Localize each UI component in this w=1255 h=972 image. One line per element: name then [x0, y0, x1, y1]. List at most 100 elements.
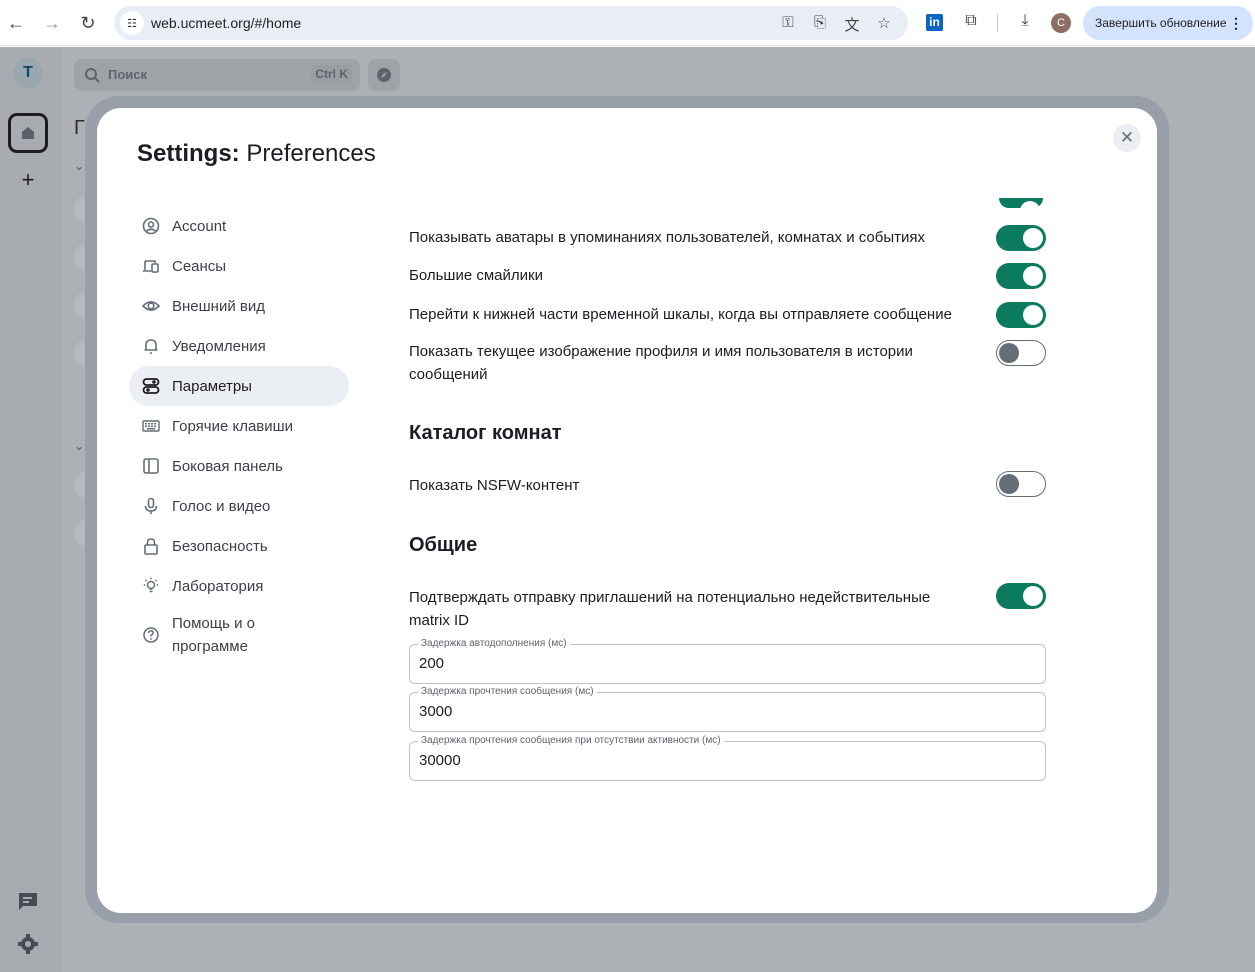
- tab-security[interactable]: Безопасность: [129, 526, 349, 566]
- settings-tabs: Account Сеансы Внешний вид Уведомления П…: [129, 206, 349, 664]
- tab-appearance[interactable]: Внешний вид: [129, 286, 349, 326]
- reload-button[interactable]: ↻: [76, 11, 100, 35]
- setting-label: Перейти к нижней части временной шкалы, …: [409, 306, 952, 323]
- dialog-title-prefix: Settings:: [137, 140, 240, 167]
- settings-gear-icon[interactable]: [17, 933, 39, 955]
- tab-voice-video[interactable]: Голос и видео: [129, 486, 349, 526]
- home-icon: [22, 127, 34, 139]
- tab-sidebar[interactable]: Боковая панель: [129, 446, 349, 486]
- autocomplete-delay-field[interactable]: Задержка автодополнения (мс): [409, 638, 1046, 684]
- tab-label: Помощь и о программе: [172, 615, 255, 655]
- read-receipt-delay-input[interactable]: [419, 703, 1019, 720]
- toggle-scrolled-partial[interactable]: [999, 198, 1043, 221]
- preferences-icon: [142, 377, 160, 395]
- site-info-icon[interactable]: ☷: [120, 11, 144, 35]
- explore-rooms-button[interactable]: [368, 59, 400, 91]
- search-shortcut: Ctrl K: [311, 65, 352, 83]
- section-heading-general: Общие: [409, 534, 478, 556]
- home-button[interactable]: [8, 113, 48, 153]
- field-label: Задержка прочтения сообщения (мс): [418, 686, 597, 698]
- eye-icon: [142, 297, 160, 315]
- section-heading-room-directory: Каталог комнат: [409, 422, 562, 444]
- toggle-confirm-invites[interactable]: [996, 583, 1046, 609]
- keyboard-icon: [142, 417, 160, 435]
- section-chevron-icon[interactable]: ⌄: [74, 439, 84, 453]
- tab-label: Горячие клавиши: [172, 417, 294, 435]
- tab-preferences[interactable]: Параметры: [129, 366, 349, 406]
- room-list-heading: Г: [74, 117, 85, 139]
- help-icon: [142, 626, 160, 644]
- search-icon: [85, 68, 100, 83]
- tab-label: Account: [172, 217, 227, 235]
- bookmark-star-icon[interactable]: ☆: [874, 14, 894, 32]
- section-chevron-icon[interactable]: ⌄: [74, 159, 84, 173]
- toggle-show-avatars-mentions[interactable]: [996, 225, 1046, 251]
- tab-label: Уведомления: [172, 337, 266, 355]
- address-bar[interactable]: ☷ web.ucmeet.org/#/home ⚿ ⎘ 文 ☆: [114, 6, 908, 40]
- lightbulb-icon: [142, 577, 160, 595]
- autocomplete-delay-input[interactable]: [419, 655, 1019, 672]
- tab-sessions[interactable]: Сеансы: [129, 246, 349, 286]
- toggle-big-emoji[interactable]: [996, 263, 1046, 289]
- setting-label: Показать текущее изображение профиля и и…: [409, 343, 913, 383]
- dialog-title-section: Preferences: [246, 140, 376, 167]
- dialog-title: Settings: Preferences: [137, 140, 376, 168]
- close-icon: ✕: [1119, 128, 1135, 147]
- linkedin-extension-icon[interactable]: in: [926, 14, 943, 31]
- create-space-button[interactable]: +: [18, 167, 38, 193]
- browser-menu-icon[interactable]: ⋮: [1229, 6, 1243, 40]
- read-receipt-delay-field[interactable]: Задержка прочтения сообщения (мс): [409, 686, 1046, 732]
- password-key-icon[interactable]: ⚿: [778, 14, 798, 32]
- tab-labs[interactable]: Лаборатория: [129, 566, 349, 606]
- tab-label: Безопасность: [172, 537, 268, 555]
- user-avatar[interactable]: T: [13, 58, 43, 88]
- search-placeholder: Поиск: [108, 67, 148, 82]
- lock-icon: [142, 537, 160, 555]
- tab-label: Лаборатория: [172, 577, 264, 595]
- tab-label: Параметры: [172, 377, 252, 395]
- toggle-show-nsfw[interactable]: [996, 471, 1046, 497]
- settings-content: Показывать аватары в упоминаниях пользов…: [409, 198, 1049, 898]
- finish-update-button[interactable]: Завершить обновление ⋮: [1083, 6, 1253, 40]
- inactive-read-receipt-delay-field[interactable]: Задержка прочтения сообщения при отсутст…: [409, 735, 1046, 781]
- tab-label: Боковая панель: [172, 457, 283, 475]
- toggle-show-current-profile[interactable]: [996, 340, 1046, 366]
- compass-icon: [377, 68, 391, 82]
- microphone-icon: [142, 497, 160, 515]
- user-circle-icon: [142, 217, 160, 235]
- tab-label: Сеансы: [172, 257, 227, 275]
- close-button[interactable]: ✕: [1113, 124, 1141, 152]
- sidebar-icon: [142, 457, 160, 475]
- inactive-read-receipt-delay-input[interactable]: [419, 752, 1019, 769]
- translate-icon[interactable]: 文: [842, 14, 862, 34]
- tab-label: Голос и видео: [172, 497, 271, 515]
- finish-update-label: Завершить обновление: [1095, 16, 1227, 30]
- tab-keyboard[interactable]: Горячие клавиши: [129, 406, 349, 446]
- toggle-jump-to-bottom[interactable]: [996, 302, 1046, 328]
- setting-label: Подтверждать отправку приглашений на пот…: [409, 589, 931, 629]
- tab-help-about[interactable]: Помощь и о программе: [129, 606, 349, 664]
- tab-label: Внешний вид: [172, 297, 265, 315]
- profile-avatar[interactable]: C: [1051, 13, 1071, 33]
- setting-label: Показывать аватары в упоминаниях пользов…: [409, 229, 925, 246]
- tab-notifications[interactable]: Уведомления: [129, 326, 349, 366]
- setting-label: Показать NSFW-контент: [409, 477, 580, 494]
- threads-icon[interactable]: [17, 890, 39, 912]
- bell-icon: [142, 337, 160, 355]
- forward-button[interactable]: →: [40, 11, 64, 35]
- settings-dialog: Settings: Preferences ✕ Account Сеансы В…: [97, 108, 1157, 913]
- downloads-icon[interactable]: ⤓: [1014, 12, 1036, 34]
- setting-label: Большие смайлики: [409, 267, 543, 284]
- toolbar-divider: [997, 14, 998, 32]
- spaces-bar: T +: [0, 47, 62, 972]
- search-input[interactable]: Поиск Ctrl K: [74, 59, 360, 91]
- browser-toolbar: ← → ↻ ☷ web.ucmeet.org/#/home ⚿ ⎘ 文 ☆ in…: [0, 0, 1255, 46]
- back-button[interactable]: ←: [4, 11, 28, 35]
- field-label: Задержка автодополнения (мс): [418, 638, 570, 650]
- devices-icon: [142, 257, 160, 275]
- url-text[interactable]: web.ucmeet.org/#/home: [151, 15, 301, 31]
- tab-account[interactable]: Account: [129, 206, 349, 246]
- field-label: Задержка прочтения сообщения при отсутст…: [418, 735, 724, 747]
- extensions-puzzle-icon[interactable]: ⧉: [960, 12, 982, 34]
- install-app-icon[interactable]: ⎘: [810, 14, 830, 32]
